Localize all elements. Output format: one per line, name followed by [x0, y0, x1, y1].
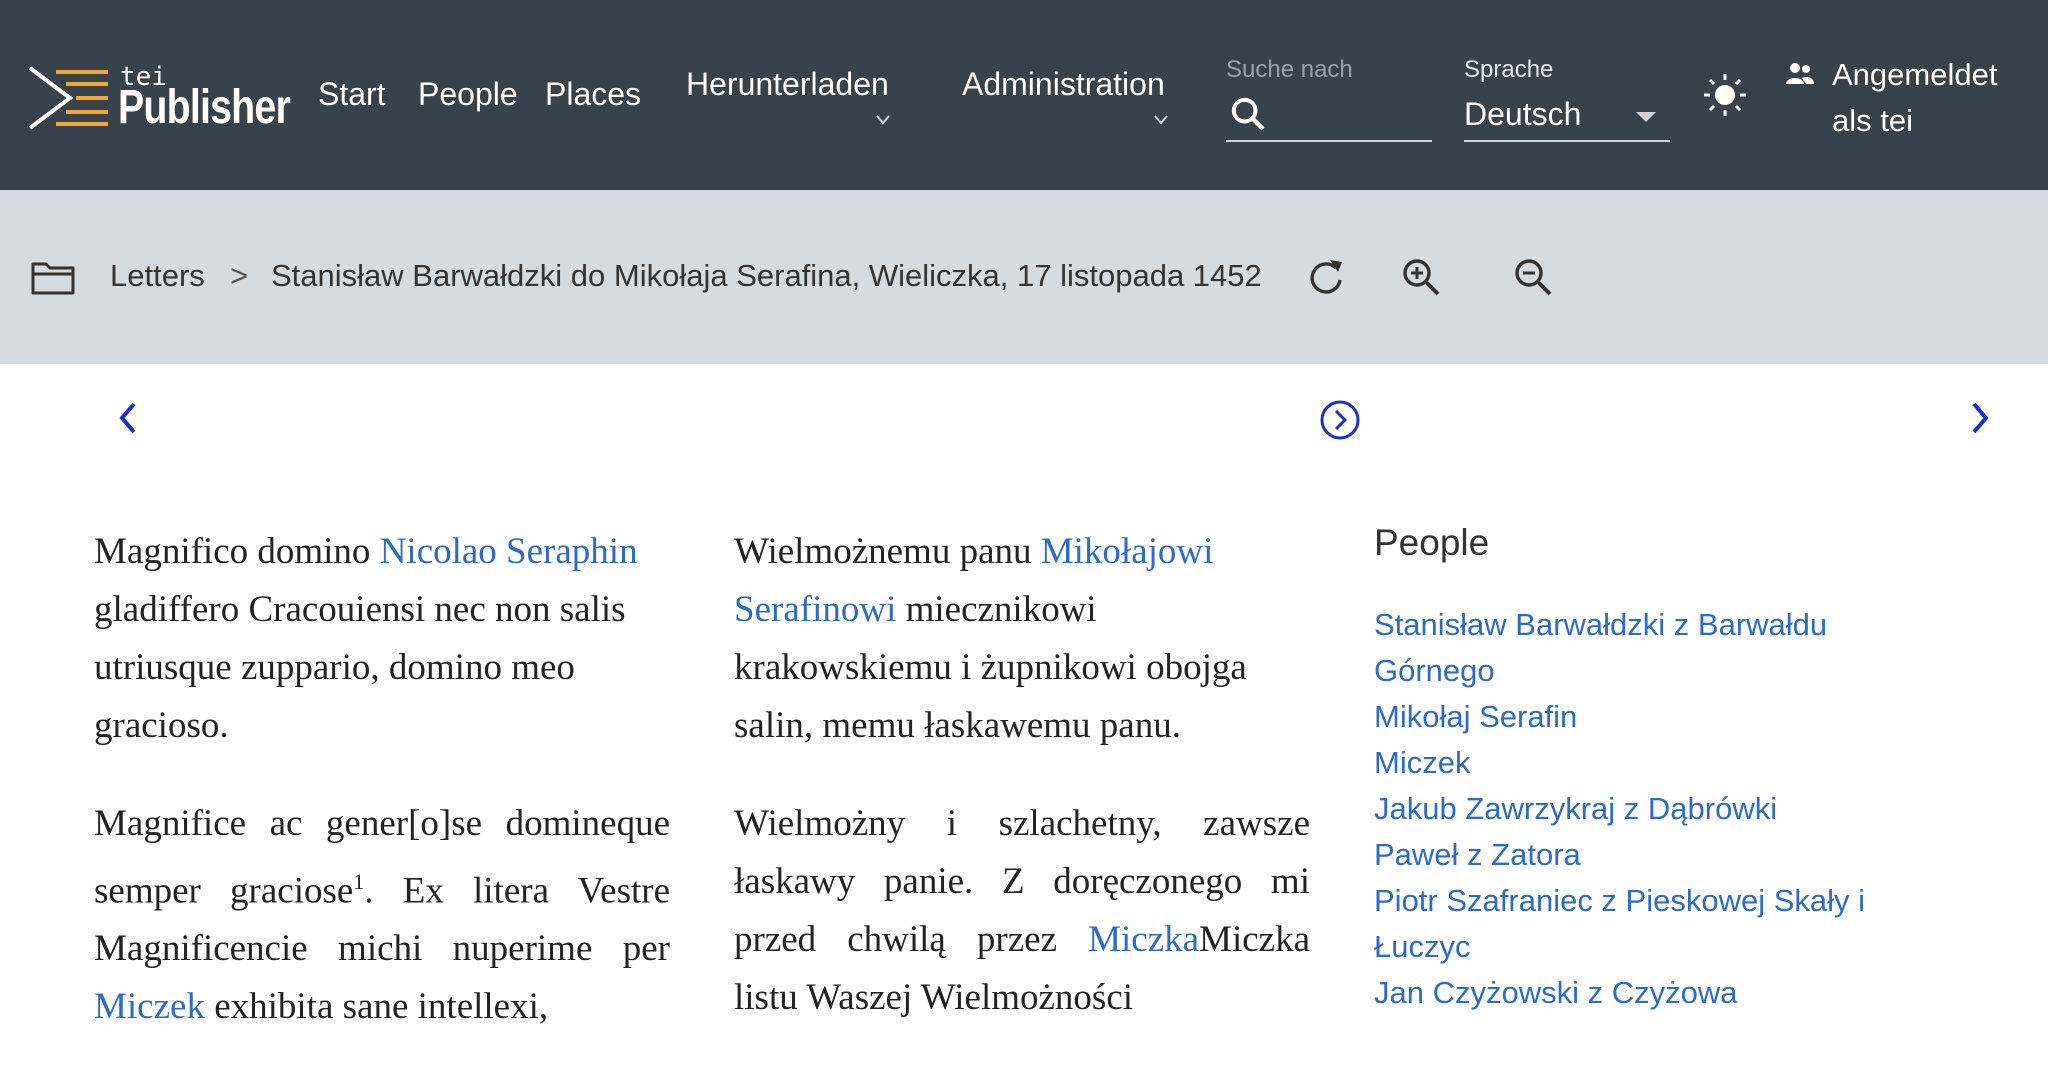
latin-address-paragraph: Magnifico domino Nicolao Seraphin gladif…	[94, 523, 670, 755]
tei-publisher-logo[interactable]: tei Publisher	[26, 58, 291, 138]
language-value: Deutsch	[1464, 96, 1582, 132]
refresh-icon[interactable]	[1302, 252, 1350, 304]
folder-icon[interactable]	[30, 258, 76, 296]
person-link[interactable]: Stanisław Barwałdzki z Barwałdu Górnego	[1374, 602, 1894, 694]
search-label: Suche nach	[1226, 56, 1353, 83]
person-link[interactable]: Paweł z Zatora	[1374, 832, 1894, 878]
nav-administration[interactable]: Administration	[962, 66, 1165, 103]
polish-address-paragraph: Wielmożnemu panu Mikołajowi Serafinowi m…	[734, 523, 1310, 755]
language-label: Sprache	[1464, 56, 1554, 83]
circle-arrow-icon[interactable]	[1318, 398, 1362, 442]
zoom-in-icon[interactable]	[1398, 254, 1446, 302]
breadcrumb-root-link[interactable]: Letters	[110, 258, 205, 294]
latin-text-column: Magnifico domino Nicolao Seraphin gladif…	[94, 523, 670, 1076]
polish-body-paragraph: Wielmożny i szlachetny, zawsze łaskawy p…	[734, 795, 1310, 1027]
polish-text-column: Wielmożnemu panu Mikołajowi Serafinowi m…	[734, 523, 1310, 1067]
person-link[interactable]: Piotr Szafraniec z Pieskowej Skały i Łuc…	[1374, 878, 1894, 970]
top-navigation-bar: tei Publisher Start People Places Herunt…	[0, 0, 2048, 190]
previous-arrow-icon[interactable]	[112, 398, 144, 438]
person-link[interactable]: Nicolao Seraphin	[380, 531, 638, 572]
nav-places[interactable]: Places	[545, 76, 641, 113]
person-link[interactable]: Miczek	[94, 986, 205, 1027]
chevron-down-icon[interactable]	[1153, 112, 1169, 128]
next-arrow-icon[interactable]	[1964, 398, 1996, 438]
people-sidebar: People Stanisław Barwałdzki z Barwałdu G…	[1374, 522, 1894, 1016]
person-link[interactable]: Miczka	[1088, 919, 1199, 960]
chevron-down-icon[interactable]	[875, 112, 891, 128]
zoom-out-icon[interactable]	[1510, 254, 1558, 302]
text-segment: gladiffero Cracouiensi nec non salis utr…	[94, 589, 626, 746]
breadcrumb-separator: >	[230, 258, 249, 293]
person-link[interactable]: Miczek	[1374, 740, 1894, 786]
latin-body-paragraph: Magnifice ac gener[o]se domineque semper…	[94, 795, 670, 1036]
search-input[interactable]	[1226, 92, 1432, 142]
search-icon	[1231, 97, 1265, 131]
theme-sun-icon[interactable]	[1702, 72, 1748, 118]
person-link[interactable]: Jan Czyżowski z Czyżowa	[1374, 970, 1894, 1016]
text-segment: exhibita sane intellexi,	[204, 986, 549, 1028]
person-link[interactable]: Mikołaj Serafin	[1374, 694, 1894, 740]
user-status-label: Angemeldet als tei	[1832, 57, 1998, 138]
nav-start[interactable]: Start	[318, 76, 386, 113]
logo-large-text: Publisher	[118, 81, 291, 134]
user-group-icon	[1786, 63, 1814, 84]
text-segment: Wielmożnemu panu	[734, 531, 1041, 572]
person-link[interactable]: Jakub Zawrzykraj z Dąbrówki	[1374, 786, 1894, 832]
breadcrumb-current: Stanisław Barwałdzki do Mikołaja Serafin…	[271, 258, 1262, 293]
nav-people[interactable]: People	[418, 76, 518, 113]
language-select[interactable]: Deutsch	[1464, 92, 1670, 142]
people-sidebar-title: People	[1374, 522, 1490, 563]
dropdown-arrow-icon	[1636, 112, 1656, 122]
text-segment: Magnifico domino	[94, 531, 380, 572]
footnote-marker[interactable]: 1	[353, 869, 364, 894]
nav-herunterladen[interactable]: Herunterladen	[686, 66, 889, 103]
logo-mark-icon	[28, 66, 108, 130]
